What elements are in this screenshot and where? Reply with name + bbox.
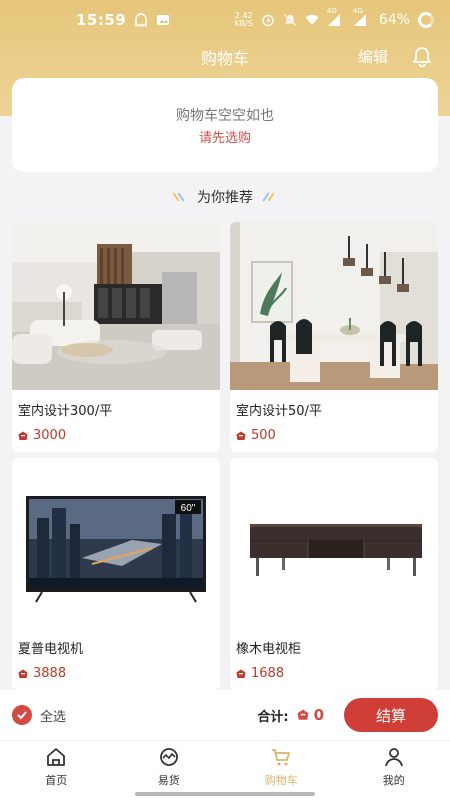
tab-label: 首页 <box>45 774 68 787</box>
product-card[interactable]: 室内设计50/平 500 <box>230 222 438 452</box>
home-icon <box>47 748 66 766</box>
status-time: 15:59 <box>76 11 127 29</box>
net-speed: 2.42 KB/S <box>234 11 253 28</box>
check-icon <box>17 711 27 720</box>
edit-button[interactable]: 编辑 <box>358 46 388 67</box>
select-all-checkbox[interactable] <box>12 705 32 725</box>
right-decoration-icon <box>263 192 277 202</box>
product-title: 室内设计300/平 <box>18 404 113 419</box>
tab-profile[interactable]: 我的 <box>338 741 450 800</box>
image-notification-icon <box>157 15 170 25</box>
product-price: 1688 <box>230 656 438 681</box>
recommend-title: 为你推荐 <box>197 190 253 206</box>
signal-icon-2 <box>353 14 366 26</box>
tv-cabinet-image <box>230 458 438 628</box>
go-shopping-link[interactable]: 请先选购 <box>199 127 251 146</box>
product-price: 500 <box>230 418 438 443</box>
tab-label: 购物车 <box>264 774 298 787</box>
exchange-icon <box>159 748 178 766</box>
battery-icon <box>418 12 434 28</box>
mute-icon <box>283 13 297 27</box>
price-coin-icon <box>18 669 28 678</box>
recommend-header: 为你推荐 <box>0 184 450 210</box>
living-room-image <box>12 222 220 390</box>
left-decoration-icon <box>173 192 187 202</box>
bottom-tab-bar: 首页 易货 购物车 我的 <box>0 740 450 800</box>
status-bar: 15:59 2.42 KB/S 4G 4G 64% <box>0 0 450 40</box>
product-title: 夏普电视机 <box>18 642 84 657</box>
bell-icon[interactable] <box>410 45 434 69</box>
tab-label: 易货 <box>157 774 180 787</box>
product-price: 3000 <box>12 418 220 443</box>
product-card[interactable]: 60" 夏普电视机 3888 <box>12 458 220 690</box>
dining-room-image <box>230 222 438 390</box>
total-label: 合计: <box>257 709 289 725</box>
product-price: 3888 <box>12 656 220 681</box>
cart-icon <box>272 749 291 766</box>
empty-cart-card: 购物车空空如也 请先选购 <box>12 78 438 172</box>
empty-cart-text: 购物车空空如也 <box>176 107 274 124</box>
price-coin-icon <box>236 431 246 440</box>
price-coin-icon <box>18 431 28 440</box>
checkout-button[interactable]: 结算 <box>344 698 438 732</box>
tv-image: 60" <box>12 458 220 628</box>
price-coin-icon <box>236 669 246 678</box>
svg-text:60": 60" <box>181 503 196 514</box>
tab-home[interactable]: 首页 <box>0 741 113 800</box>
product-title: 室内设计50/平 <box>236 404 322 419</box>
total-value: 0 <box>313 706 324 724</box>
ghost-notification-icon <box>135 13 147 27</box>
total-coin-icon <box>297 709 308 720</box>
wifi-icon <box>305 14 319 25</box>
product-title: 橡木电视柜 <box>236 642 302 657</box>
signal-icon-1 <box>327 14 340 26</box>
battery-percent: 64% <box>378 12 410 28</box>
product-card[interactable]: 橡木电视柜 1688 <box>230 458 438 690</box>
checkout-bar: 全选 合计: 0 结算 <box>0 690 450 740</box>
alarm-icon <box>262 14 274 27</box>
tab-label: 我的 <box>382 774 405 787</box>
product-card[interactable]: 室内设计300/平 3000 <box>12 222 220 452</box>
home-indicator <box>135 792 315 796</box>
select-all-label[interactable]: 全选 <box>40 706 66 725</box>
user-icon <box>384 748 403 767</box>
